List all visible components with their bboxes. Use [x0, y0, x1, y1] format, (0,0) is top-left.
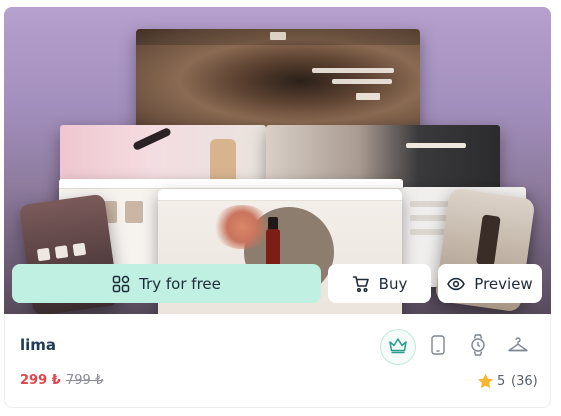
platform-crown[interactable] — [380, 329, 416, 365]
preview-product — [125, 201, 143, 223]
preview-dark-text — [406, 143, 466, 148]
preview-brush — [132, 126, 172, 152]
platform-fashion[interactable] — [500, 329, 536, 365]
preview-bottle — [210, 139, 236, 183]
preview-subheading — [332, 79, 392, 84]
buy-label: Buy — [378, 274, 408, 293]
smartwatch-icon — [470, 334, 486, 360]
preview-label: Preview — [474, 274, 533, 293]
theme-card[interactable]: Try for free Buy Preview lima 299 ₺ 799 … — [4, 7, 551, 408]
preview-nav — [136, 29, 420, 45]
preview-cta — [356, 93, 380, 100]
preview-logo — [270, 32, 286, 40]
theme-preview-image[interactable]: Try for free Buy Preview — [4, 7, 551, 314]
preview-main-topbar — [158, 189, 402, 201]
buy-button[interactable]: Buy — [328, 264, 431, 303]
product-title[interactable]: lima — [20, 336, 56, 354]
current-price: 299 ₺ — [20, 373, 61, 388]
apps-grid-icon — [112, 275, 130, 293]
eye-icon — [447, 275, 466, 293]
platform-watch[interactable] — [460, 329, 496, 365]
cart-icon — [352, 275, 370, 293]
preview-button[interactable]: Preview — [438, 264, 542, 303]
clothes-hanger-icon — [507, 336, 529, 358]
try-for-free-label: Try for free — [139, 274, 221, 293]
try-for-free-button[interactable]: Try for free — [12, 264, 321, 303]
platform-mobile[interactable] — [420, 329, 456, 365]
rating-count: (36) — [511, 374, 538, 389]
preview-phone-tile — [72, 242, 87, 257]
original-price: 799 ₺ — [66, 373, 104, 388]
crown-icon — [388, 336, 408, 358]
preview-phone-bottle — [475, 214, 501, 267]
preview-phone-tile — [54, 245, 69, 259]
preview-flower — [212, 205, 272, 249]
preview-hero-screenshot — [136, 29, 420, 137]
preview-catalog-bar — [59, 179, 403, 189]
preview-phone-tile — [36, 247, 51, 262]
star-icon — [477, 373, 494, 393]
mobile-phone-icon — [431, 335, 445, 359]
rating-value: 5 — [497, 374, 506, 389]
preview-heading — [312, 68, 394, 73]
